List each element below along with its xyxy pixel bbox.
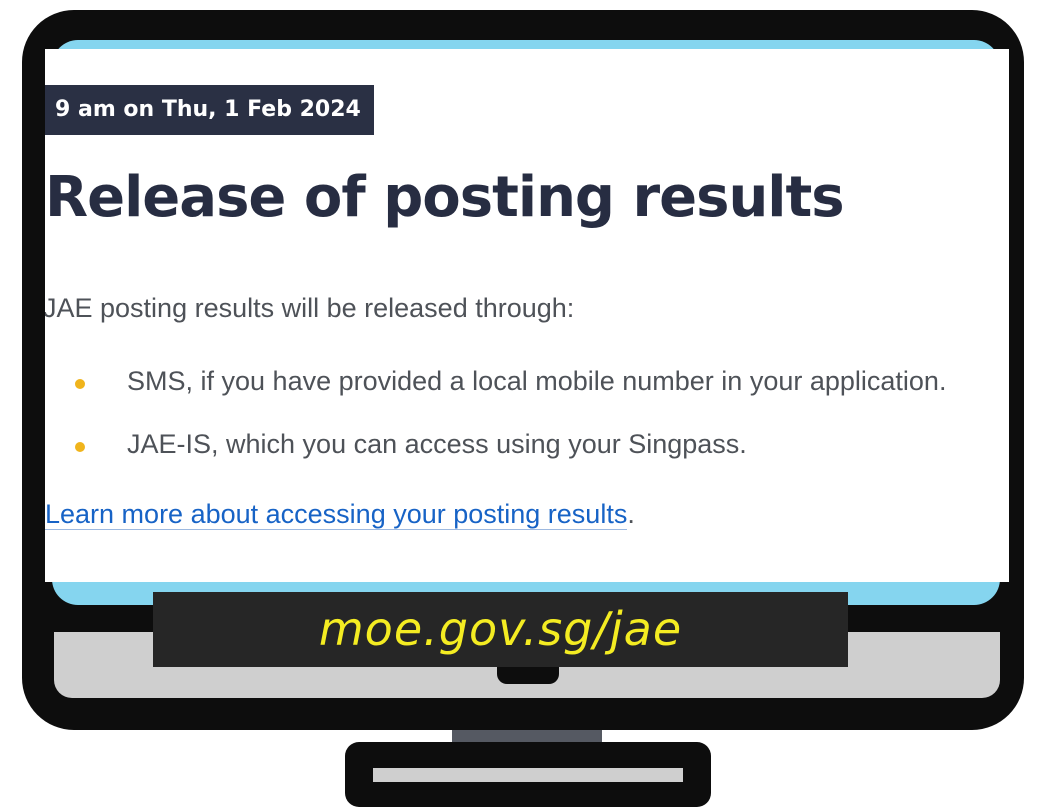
list-item-text: JAE-IS, which you can access using your … <box>127 429 747 459</box>
monitor-logo-notch <box>497 664 559 684</box>
learn-more-line: Learn more about accessing your posting … <box>45 499 635 530</box>
url-caption: moe.gov.sg/jae <box>318 602 683 656</box>
monitor-stand-base-highlight <box>373 768 683 782</box>
bullet-dot-icon <box>75 379 85 389</box>
date-badge: 9 am on Thu, 1 Feb 2024 <box>45 85 374 135</box>
url-caption-bar: moe.gov.sg/jae <box>153 592 848 667</box>
learn-more-period: . <box>627 499 635 529</box>
list-item-text: SMS, if you have provided a local mobile… <box>127 366 947 396</box>
web-page-panel: 9 am on Thu, 1 Feb 2024 Release of posti… <box>45 49 1009 582</box>
learn-more-link[interactable]: Learn more about accessing your posting … <box>45 499 628 530</box>
monitor-stand-neck <box>452 730 602 742</box>
bullet-dot-icon <box>75 442 85 452</box>
page-title: Release of posting results <box>45 165 845 230</box>
intro-text: JAE posting results will be released thr… <box>45 293 575 323</box>
